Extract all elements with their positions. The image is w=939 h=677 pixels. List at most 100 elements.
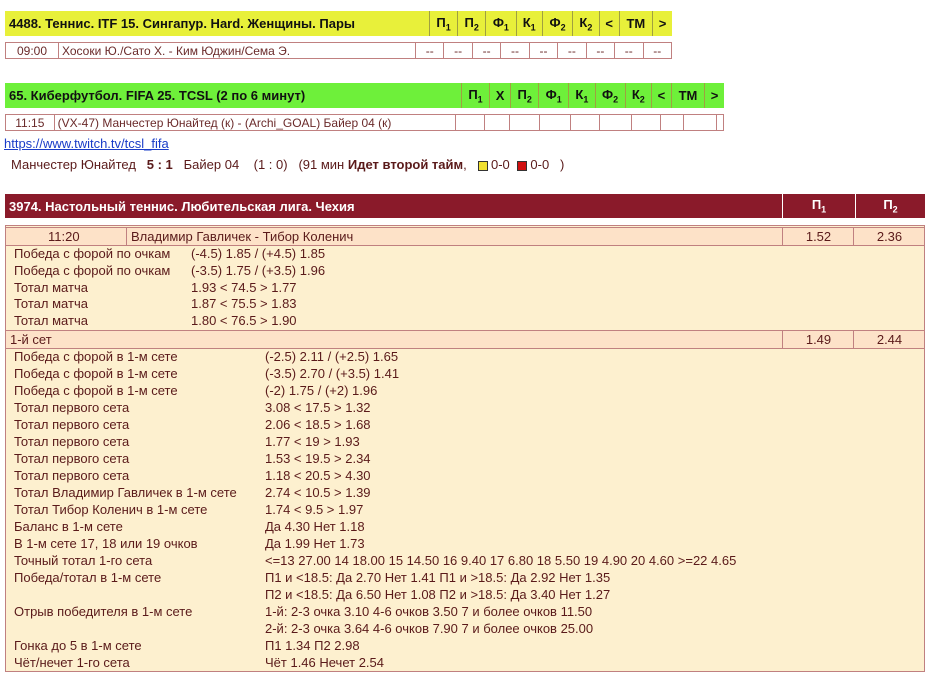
- col-f2[interactable]: Ф2: [594, 83, 626, 108]
- col-p2[interactable]: П2: [855, 194, 925, 218]
- match-teams[interactable]: Хосоки Ю./Сато Х. - Ким Юджин/Сема Э.: [58, 42, 416, 59]
- col-x[interactable]: Х: [488, 83, 511, 108]
- col-k1[interactable]: К1: [515, 11, 543, 36]
- set1-odds-p2[interactable]: 2.44: [853, 331, 925, 348]
- market-odds[interactable]: (-2.5) 2.11 / (+2.5) 1.65: [265, 349, 398, 365]
- market-odds[interactable]: Чёт 1.46 Нечет 2.54: [265, 655, 384, 671]
- col-f1[interactable]: Ф1: [538, 83, 569, 108]
- market-odds[interactable]: (-4.5) 1.85 / (+4.5) 1.85: [191, 246, 325, 262]
- match-teams[interactable]: (VX-47) Манчестер Юнайтед (к) - (Archi_G…: [53, 114, 456, 131]
- market-odds[interactable]: П1 и <18.5: Да 2.70 Нет 1.41 П1 и >18.5:…: [265, 570, 610, 586]
- odds-cell[interactable]: --: [557, 42, 587, 59]
- market-odds[interactable]: 1.53 < 19.5 > 2.34: [265, 451, 371, 467]
- odds-cell[interactable]: --: [585, 42, 616, 59]
- odds-cell[interactable]: [630, 114, 662, 131]
- col-p2[interactable]: П2: [457, 11, 486, 36]
- match-time: 11:15: [5, 114, 55, 131]
- col-f1[interactable]: Ф1: [485, 11, 516, 36]
- market-odds[interactable]: 1-й: 2-3 очка 3.10 4-6 очков 3.50 7 и бо…: [265, 604, 592, 620]
- market-odds[interactable]: 1.87 < 75.5 > 1.83: [191, 296, 297, 312]
- market-label: Тотал Тибор Коленич в 1-м сете: [14, 502, 208, 517]
- tennis-event-title: 4488. Теннис. ITF 15. Сингапур. Hard. Же…: [9, 16, 355, 31]
- market-odds[interactable]: Да 4.30 Нет 1.18: [265, 519, 365, 535]
- odds-cell[interactable]: [682, 114, 718, 131]
- market-label: Чёт/нечет 1-го сета: [14, 655, 130, 670]
- col-k2[interactable]: К2: [572, 11, 600, 36]
- col-p2[interactable]: П2: [510, 83, 539, 108]
- red-card-icon: [517, 160, 528, 171]
- status: Идет второй тайм: [347, 157, 464, 172]
- col-more[interactable]: >: [704, 83, 724, 108]
- market-label: Победа/тотал в 1-м сете: [14, 570, 162, 585]
- set1-odds-p1[interactable]: 1.49: [782, 331, 854, 348]
- odds-cell[interactable]: [483, 114, 511, 131]
- market-label: Победа с форой в 1-м сете: [14, 366, 178, 381]
- market-odds[interactable]: Да 1.99 Нет 1.73: [265, 536, 365, 552]
- set1-row[interactable]: 1-й сет 1.49 2.44: [6, 330, 924, 349]
- col-tm[interactable]: ТМ: [618, 11, 653, 36]
- market-label: В 1-м сете 17, 18 или 19 очков: [14, 536, 198, 551]
- col-f2[interactable]: Ф2: [541, 11, 573, 36]
- market-label: Точный тотал 1-го сета: [14, 553, 153, 568]
- odds-cell[interactable]: [509, 114, 540, 131]
- market-label: Тотал первого сета: [14, 451, 130, 466]
- match-teams[interactable]: Владимир Гавличек - Тибор Коленич: [126, 228, 787, 245]
- market-label: Победа с форой в 1-м сете: [14, 383, 178, 398]
- odds-cell[interactable]: --: [471, 42, 502, 59]
- market-odds[interactable]: (-3.5) 1.75 / (+3.5) 1.96: [191, 263, 325, 279]
- col-k2[interactable]: К2: [624, 83, 652, 108]
- col-tm[interactable]: ТМ: [670, 83, 705, 108]
- market-odds[interactable]: 2.06 < 18.5 > 1.68: [265, 417, 371, 433]
- odds-cell[interactable]: [716, 114, 724, 131]
- tennis-match-row[interactable]: 09:00 Хосоки Ю./Сато Х. - Ким Юджин/Сема…: [5, 42, 672, 59]
- stream-link[interactable]: https://www.twitch.tv/tcsl_fifa: [4, 136, 169, 151]
- market-odds[interactable]: 1.80 < 76.5 > 1.90: [191, 313, 297, 329]
- odds-cell[interactable]: [599, 114, 632, 131]
- market-label: Тотал Владимир Гавличек в 1-м сете: [14, 485, 237, 500]
- market-label: Тотал матча: [14, 296, 88, 312]
- col-p1[interactable]: П1: [782, 194, 856, 218]
- market-odds[interactable]: 2-й: 2-3 очка 3.64 4-6 очков 7.90 7 и бо…: [265, 621, 593, 637]
- col-less[interactable]: <: [650, 83, 672, 108]
- market-label: Тотал первого сета: [14, 434, 130, 449]
- odds-cell[interactable]: [660, 114, 684, 131]
- market-odds[interactable]: 1.93 < 74.5 > 1.77: [191, 280, 297, 296]
- odds-cell[interactable]: [454, 114, 485, 131]
- market-label: Победа с форой в 1-м сете: [14, 349, 178, 364]
- yellow-card-icon: [477, 160, 488, 171]
- market-odds[interactable]: 1.18 < 20.5 > 4.30: [265, 468, 371, 484]
- odds-cell[interactable]: --: [642, 42, 672, 59]
- odds-p2[interactable]: 2.36: [853, 228, 925, 245]
- col-less[interactable]: <: [598, 11, 620, 36]
- market-odds[interactable]: 1.77 < 19 > 1.93: [265, 434, 360, 450]
- col-k1[interactable]: К1: [568, 83, 596, 108]
- odds-cell[interactable]: --: [614, 42, 644, 59]
- col-more[interactable]: >: [652, 11, 672, 36]
- market-label: Победа с форой по очкам: [14, 246, 171, 261]
- odds-cell[interactable]: --: [443, 42, 473, 59]
- market-odds[interactable]: (-3.5) 2.70 / (+3.5) 1.41: [265, 366, 399, 382]
- tt-match-row[interactable]: 11:20 Владимир Гавличек - Тибор Коленич …: [6, 227, 924, 246]
- market-odds[interactable]: 1.74 < 9.5 > 1.97: [265, 502, 363, 518]
- market-label: Отрыв победителя в 1-м сете: [14, 604, 193, 619]
- odds-cell[interactable]: [570, 114, 601, 131]
- market-odds[interactable]: (-2) 1.75 / (+2) 1.96: [265, 383, 377, 399]
- odds-p1[interactable]: 1.52: [782, 228, 854, 245]
- market-label: Гонка до 5 в 1-м сете: [14, 638, 142, 653]
- col-p1[interactable]: П1: [461, 83, 490, 108]
- col-p1[interactable]: П1: [428, 11, 458, 36]
- market-odds[interactable]: П1 1.34 П2 2.98: [265, 638, 360, 654]
- odds-cell[interactable]: --: [500, 42, 530, 59]
- cyber-match-row[interactable]: 11:15 (VX-47) Манчестер Юнайтед (к) - (A…: [5, 114, 724, 131]
- odds-cell[interactable]: [538, 114, 572, 131]
- market-label: Тотал первого сета: [14, 400, 130, 415]
- odds-cell[interactable]: --: [414, 42, 445, 59]
- market-label: Тотал первого сета: [14, 417, 130, 432]
- away-team: Байер 04: [183, 157, 240, 172]
- market-odds[interactable]: 2.74 < 10.5 > 1.39: [265, 485, 371, 501]
- cyber-event-header: 65. Киберфутбол. FIFA 25. TCSL (2 по 6 м…: [5, 83, 724, 108]
- market-odds[interactable]: <=13 27.00 14 18.00 15 14.50 16 9.40 17 …: [265, 553, 736, 569]
- odds-cell[interactable]: --: [528, 42, 559, 59]
- market-odds[interactable]: 3.08 < 17.5 > 1.32: [265, 400, 371, 416]
- market-odds[interactable]: П2 и <18.5: Да 6.50 Нет 1.08 П2 и >18.5:…: [265, 587, 610, 603]
